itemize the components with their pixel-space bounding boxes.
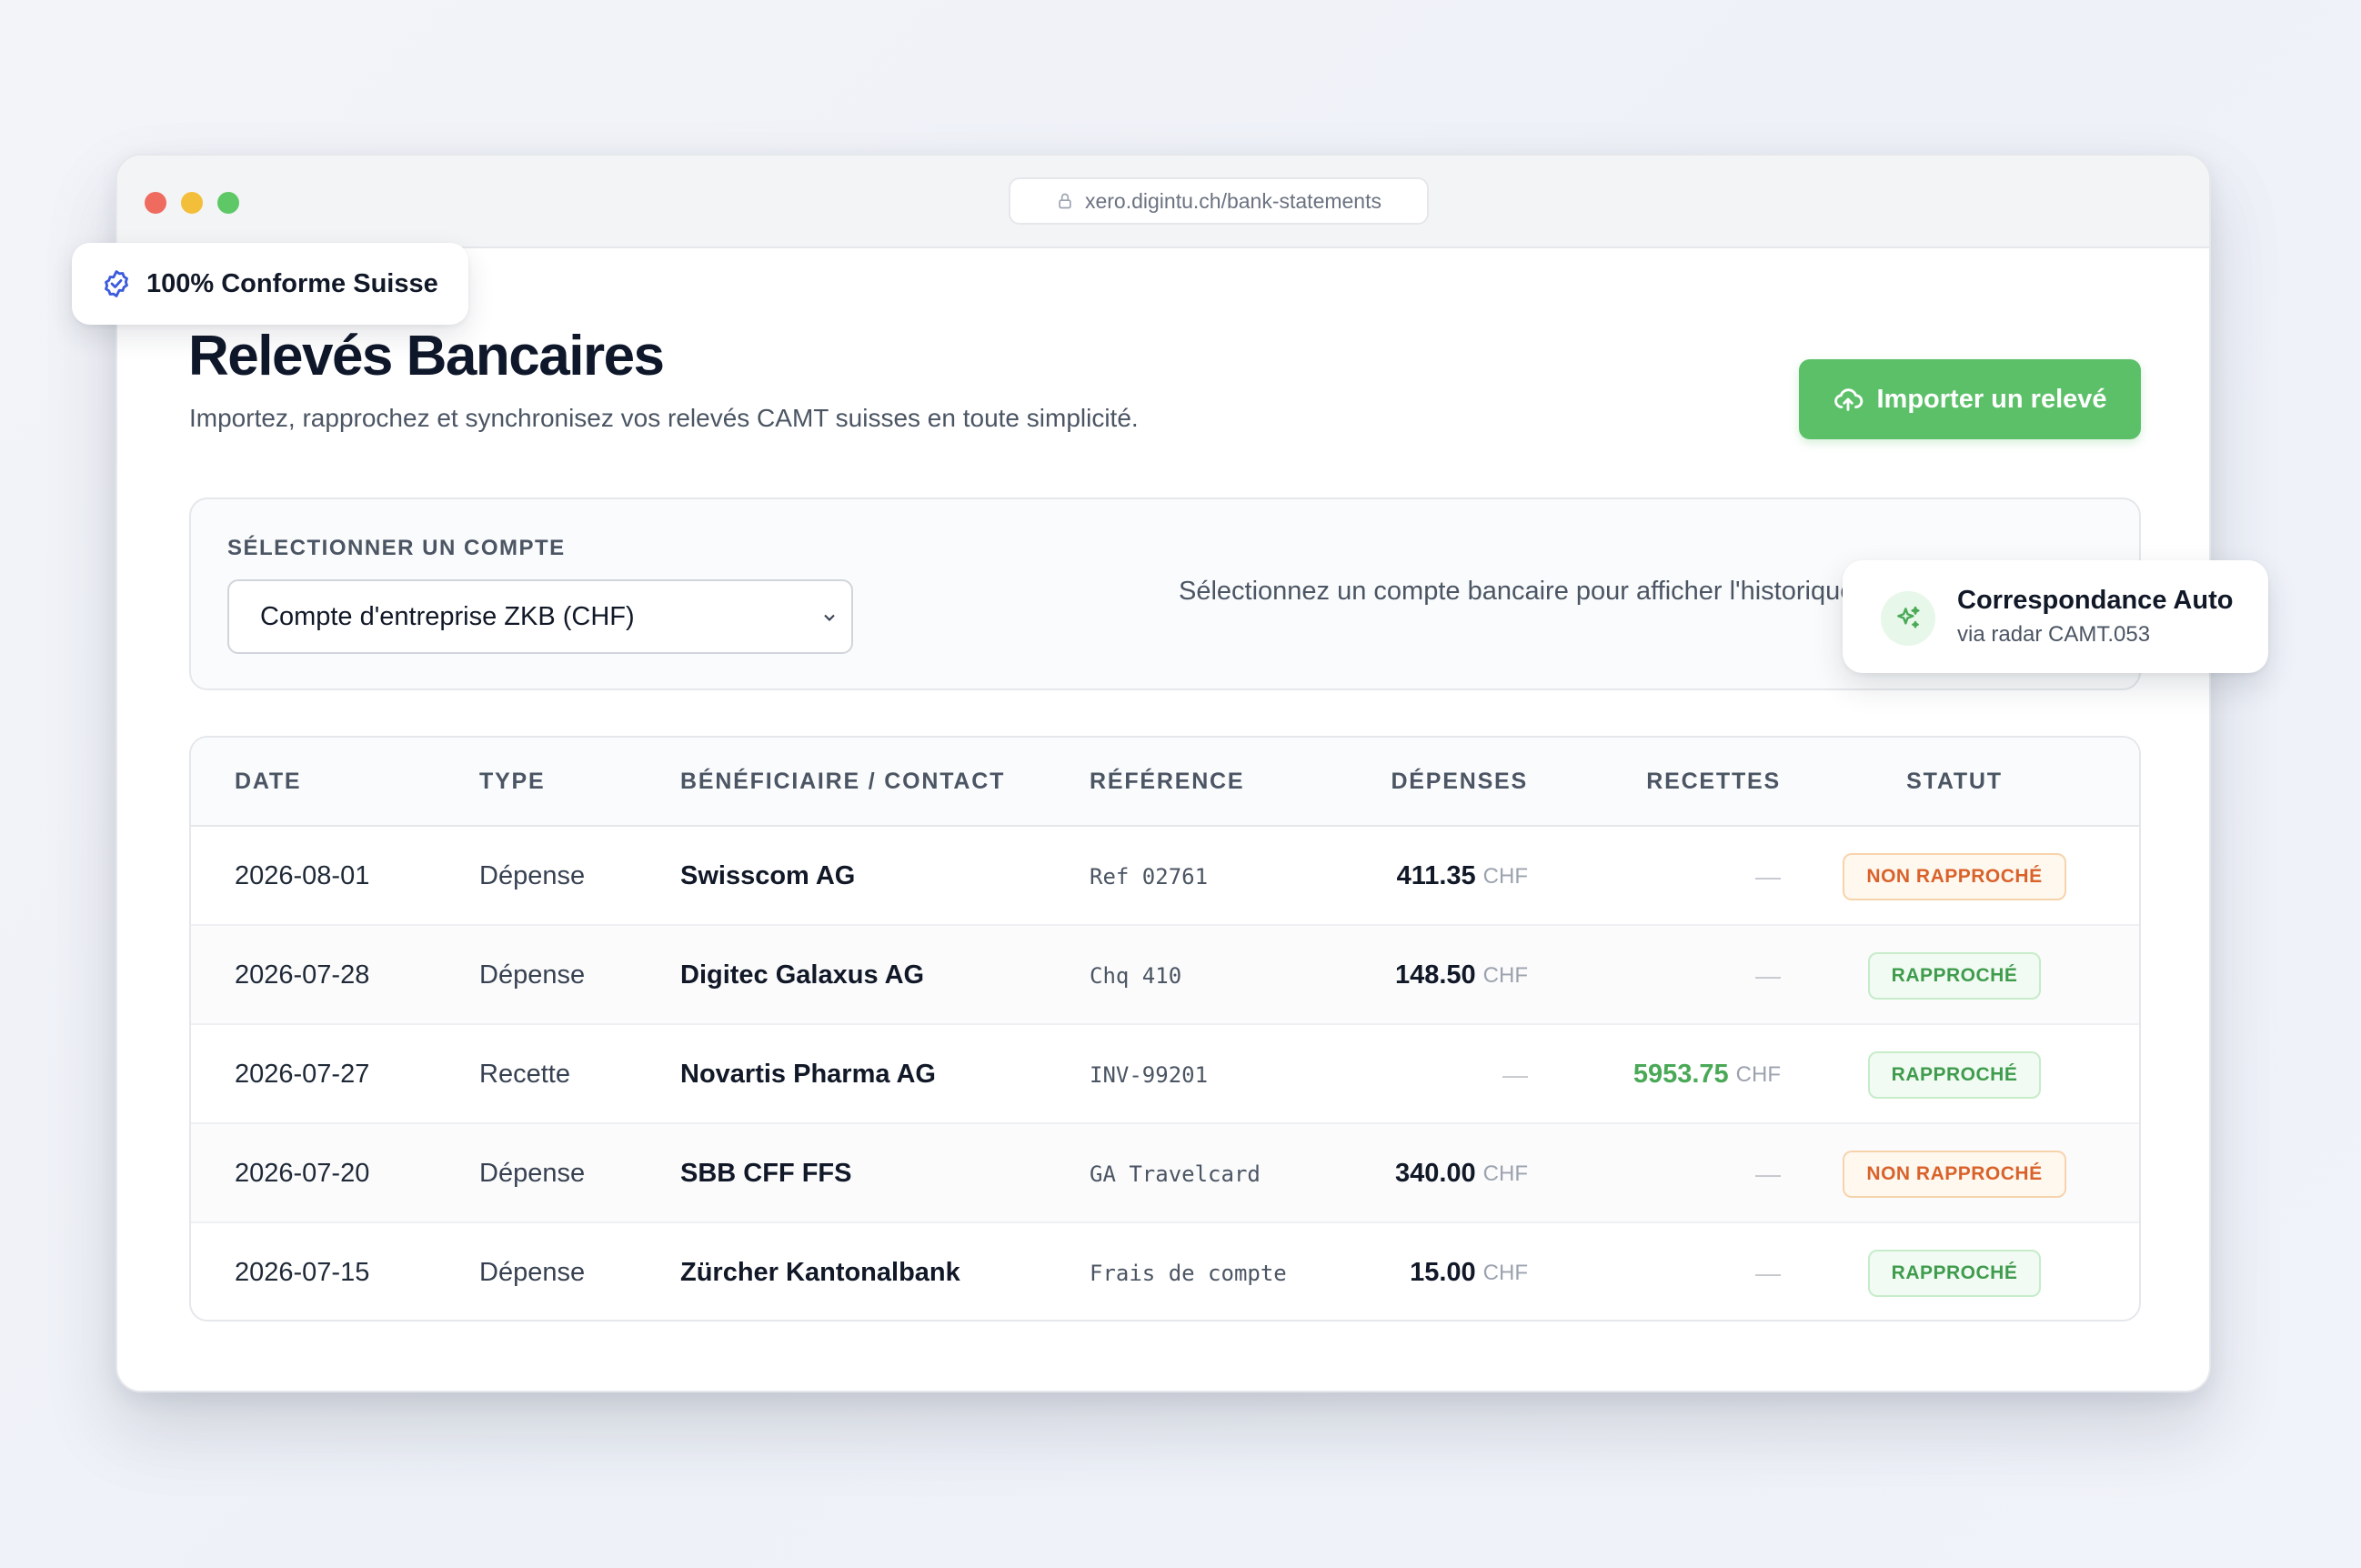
row-reference: INV-99201: [1090, 1061, 1209, 1088]
row-income: —: [1755, 926, 1781, 1025]
row-expense: 148.50 CHF: [1395, 926, 1528, 1025]
row-status: NON RAPPROCHÉ: [1842, 1124, 2067, 1223]
row-expense-value: 15.00: [1410, 1258, 1476, 1287]
currency-label: CHF: [1482, 1260, 1528, 1285]
address-bar[interactable]: xero.digintu.ch/bank-statements: [1009, 177, 1429, 225]
page-subtitle: Importez, rapprochez et synchronisez vos…: [189, 404, 1139, 432]
table-row[interactable]: 2026-07-27 Recette Novartis Pharma AG INV-9…: [191, 1025, 2139, 1124]
row-reference: GA Travelcard: [1090, 1161, 1261, 1187]
column-header-payee[interactable]: BÉNÉFICIAIRE / CONTACT: [680, 769, 1005, 795]
table-row[interactable]: 2026-08-01 Dépense Swisscom AG Ref 02761 411…: [191, 827, 2139, 926]
row-date: 2026-07-27: [235, 1060, 370, 1089]
conformity-label: 100% Conforme Suisse: [146, 268, 438, 298]
row-income: —: [1755, 1223, 1781, 1320]
page-title: Relevés Bancaires: [188, 325, 665, 387]
row-expense-value: 340.00: [1394, 1159, 1476, 1188]
row-status: RAPPROCHÉ: [1842, 1223, 2067, 1320]
auto-match-card: Correspondance Auto via radar CAMT.053: [1843, 560, 2268, 673]
currency-label: CHF: [1482, 863, 1528, 889]
row-income-value: 5953.75: [1633, 1060, 1729, 1089]
status-badge[interactable]: RAPPROCHÉ: [1867, 1249, 2042, 1297]
row-payee: Zürcher Kantonalbank: [680, 1258, 960, 1287]
currency-label: CHF: [1482, 1161, 1528, 1186]
row-date: 2026-08-01: [235, 861, 370, 890]
row-status: RAPPROCHÉ: [1842, 926, 2067, 1025]
status-badge[interactable]: RAPPROCHÉ: [1867, 951, 2042, 1000]
row-status: NON RAPPROCHÉ: [1842, 827, 2067, 926]
auto-match-icon-wrap: [1881, 591, 1935, 646]
table-row[interactable]: 2026-07-20 Dépense SBB CFF FFS GA Travelcar…: [191, 1124, 2139, 1223]
row-expense-value: 148.50: [1394, 960, 1476, 990]
column-header-income[interactable]: RECETTES: [1646, 769, 1781, 795]
account-label: SÉLECTIONNER UN COMPTE: [227, 536, 566, 560]
browser-window: xero.digintu.ch/bank-statements Relevés …: [116, 154, 2211, 1392]
url-text: xero.digintu.ch/bank-statements: [1084, 188, 1381, 213]
row-type: Dépense: [479, 1258, 586, 1287]
column-header-status[interactable]: STATUT: [1842, 769, 2067, 795]
transactions-table: DATE TYPE BÉNÉFICIAIRE / CONTACT RÉFÉREN…: [189, 736, 2141, 1322]
status-badge[interactable]: NON RAPPROCHÉ: [1843, 1150, 2066, 1198]
empty-dash: —: [1755, 1159, 1781, 1188]
row-date: 2026-07-28: [235, 960, 370, 990]
verified-badge-icon: [105, 270, 128, 297]
account-select-value: Compte d'entreprise ZKB (CHF): [260, 601, 635, 631]
minimize-window-button[interactable]: [181, 192, 203, 214]
row-payee: Digitec Galaxus AG: [680, 960, 925, 990]
row-expense: 15.00 CHF: [1410, 1223, 1528, 1320]
account-hint: Sélectionnez un compte bancaire pour aff…: [1179, 577, 1855, 606]
row-type: Dépense: [479, 1159, 586, 1188]
column-header-type[interactable]: TYPE: [479, 769, 546, 795]
cloud-upload-icon: [1834, 388, 1864, 411]
import-statement-button[interactable]: Importer un relevé: [1799, 359, 2141, 439]
auto-match-subtitle: via radar CAMT.053: [1957, 622, 2151, 647]
table-row[interactable]: 2026-07-28 Dépense Digitec Galaxus AG Chq 4…: [191, 926, 2139, 1025]
row-reference: Chq 410: [1090, 962, 1182, 989]
maximize-window-button[interactable]: [217, 192, 239, 214]
row-reference: Frais de compte: [1090, 1260, 1287, 1286]
import-button-label: Importer un relevé: [1876, 384, 2107, 414]
table-row[interactable]: 2026-07-15 Dépense Zürcher Kantonalbank Fra…: [191, 1223, 2139, 1320]
row-payee: Novartis Pharma AG: [680, 1060, 936, 1089]
empty-dash: —: [1755, 861, 1781, 890]
row-type: Recette: [479, 1060, 570, 1089]
sparkle-icon: [1897, 606, 1920, 628]
stage: xero.digintu.ch/bank-statements Relevés …: [0, 0, 2361, 1568]
status-badge[interactable]: NON RAPPROCHÉ: [1843, 852, 2066, 900]
table-header: DATE TYPE BÉNÉFICIAIRE / CONTACT RÉFÉREN…: [191, 738, 2139, 827]
auto-match-title: Correspondance Auto: [1957, 586, 2234, 615]
column-header-expenses[interactable]: DÉPENSES: [1391, 769, 1528, 795]
row-payee: SBB CFF FFS: [680, 1159, 852, 1188]
row-income: —: [1755, 827, 1781, 926]
column-header-reference[interactable]: RÉFÉRENCE: [1090, 769, 1244, 795]
currency-label: CHF: [1482, 962, 1528, 988]
row-payee: Swisscom AG: [680, 861, 856, 890]
row-expense: 411.35 CHF: [1397, 827, 1528, 926]
status-badge[interactable]: RAPPROCHÉ: [1867, 1050, 2042, 1099]
row-expense: —: [1502, 1025, 1528, 1124]
empty-dash: —: [1502, 1060, 1528, 1089]
empty-dash: —: [1755, 960, 1781, 990]
row-date: 2026-07-15: [235, 1258, 370, 1287]
row-income: 5953.75 CHF: [1633, 1025, 1781, 1124]
lock-icon: [1059, 193, 1071, 209]
row-date: 2026-07-20: [235, 1159, 370, 1188]
empty-dash: —: [1755, 1258, 1781, 1287]
row-type: Dépense: [479, 960, 586, 990]
close-window-button[interactable]: [145, 192, 166, 214]
row-income: —: [1755, 1124, 1781, 1223]
column-header-date[interactable]: DATE: [235, 769, 301, 795]
chevron-down-icon: [824, 614, 835, 621]
row-expense: 340.00 CHF: [1395, 1124, 1528, 1223]
row-reference: Ref 02761: [1090, 863, 1209, 890]
row-expense-value: 411.35: [1396, 861, 1476, 890]
row-status: RAPPROCHÉ: [1842, 1025, 2067, 1124]
browser-titlebar: xero.digintu.ch/bank-statements: [117, 156, 2209, 248]
row-type: Dépense: [479, 861, 586, 890]
currency-label: CHF: [1735, 1061, 1781, 1087]
account-select[interactable]: Compte d'entreprise ZKB (CHF): [227, 579, 853, 654]
conformity-badge: 100% Conforme Suisse: [72, 243, 468, 325]
